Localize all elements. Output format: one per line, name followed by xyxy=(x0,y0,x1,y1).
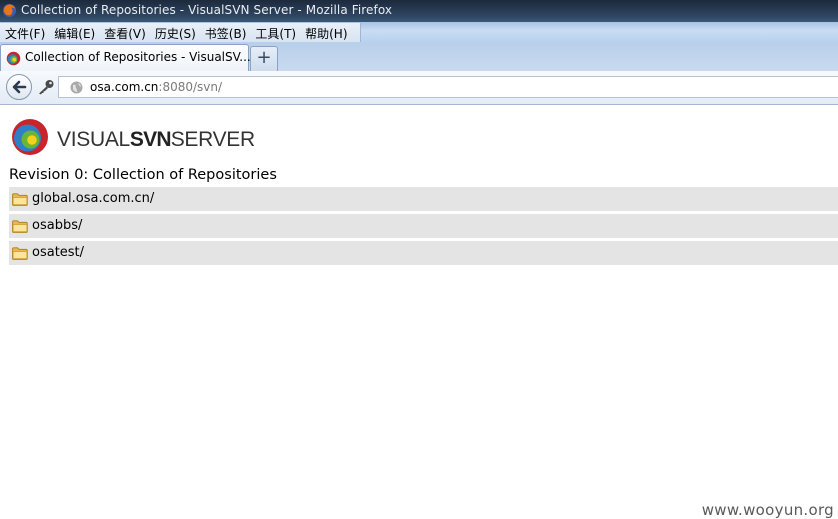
list-item: global.osa.com.cn/ xyxy=(9,187,838,211)
window-title: Collection of Repositories - VisualSVN S… xyxy=(21,3,393,17)
key-icon[interactable] xyxy=(37,79,55,95)
folder-icon xyxy=(12,247,28,260)
visualsvn-logo-icon xyxy=(12,119,48,155)
repo-link-osatest[interactable]: osatest/ xyxy=(32,245,84,260)
menu-history[interactable]: 历史(S) xyxy=(150,25,200,44)
menu-file[interactable]: 文件(F) xyxy=(0,25,49,44)
repo-link-osabbs[interactable]: osabbs/ xyxy=(32,218,82,233)
tab-strip: Collection of Repositories - VisualSV...… xyxy=(0,43,838,72)
window-titlebar: Collection of Repositories - VisualSVN S… xyxy=(0,0,838,22)
url-path: :8080/svn/ xyxy=(158,80,223,94)
menubar: 文件(F) 编辑(E) 查看(V) 历史(S) 书签(B) 工具(T) 帮助(H) xyxy=(0,22,838,43)
back-button[interactable] xyxy=(6,74,32,100)
logo-text-svn: SVN xyxy=(129,128,172,151)
tab-title: Collection of Repositories - VisualSV... xyxy=(25,50,251,64)
globe-icon xyxy=(70,81,83,94)
page-title: Revision 0: Collection of Repositories xyxy=(9,167,277,183)
menu-view[interactable]: 查看(V) xyxy=(99,25,150,44)
visualsvn-logo: VISUALSVNSERVER xyxy=(11,118,255,158)
url-host: osa.com.cn xyxy=(90,80,159,94)
menu-tools[interactable]: 工具(T) xyxy=(250,25,300,44)
back-arrow-icon xyxy=(12,80,27,94)
logo-text-visual: VISUAL xyxy=(57,128,130,151)
repo-link-global[interactable]: global.osa.com.cn/ xyxy=(32,191,154,206)
navigation-bar: osa.com.cn:8080/svn/ xyxy=(0,71,838,105)
page-content: VISUALSVNSERVER Revision 0: Collection o… xyxy=(0,105,838,519)
tab-repositories[interactable]: Collection of Repositories - VisualSV... xyxy=(0,44,251,72)
logo-wordmark: VISUALSVNSERVER xyxy=(57,128,255,152)
menu-help[interactable]: 帮助(H) xyxy=(300,25,351,44)
firefox-icon xyxy=(2,3,17,18)
list-item: osatest/ xyxy=(9,241,838,265)
menu-edit[interactable]: 编辑(E) xyxy=(49,25,99,44)
visualsvn-logo-icon xyxy=(6,51,21,66)
menu-bookmarks[interactable]: 书签(B) xyxy=(200,25,251,44)
url-text: osa.com.cn:8080/svn/ xyxy=(90,80,222,94)
repository-list: global.osa.com.cn/ osabbs/ osatest/ xyxy=(9,187,838,268)
folder-icon xyxy=(12,220,28,233)
new-tab-button[interactable]: + xyxy=(250,46,278,71)
watermark: www.wooyun.org xyxy=(701,501,834,519)
list-item: osabbs/ xyxy=(9,214,838,238)
logo-text-server: SERVER xyxy=(170,128,255,151)
folder-icon xyxy=(12,193,28,206)
address-bar[interactable]: osa.com.cn:8080/svn/ xyxy=(58,76,838,98)
